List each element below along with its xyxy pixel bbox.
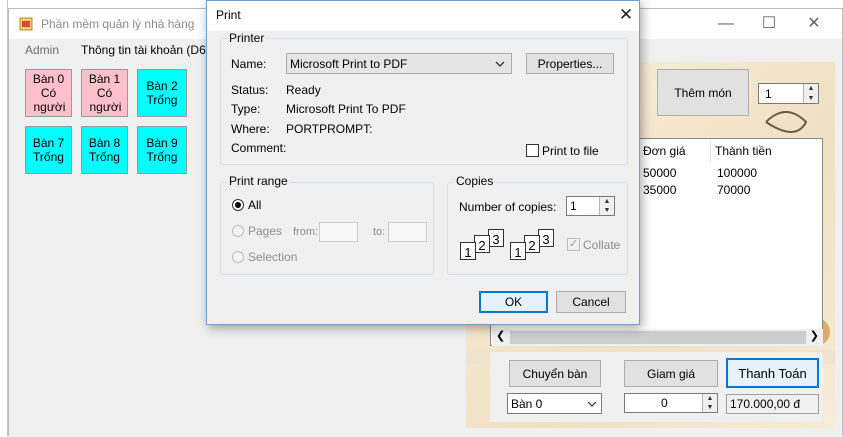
range-pages-radio[interactable]: [232, 225, 244, 237]
chevron-down-icon: [587, 401, 597, 407]
type-label: Type:: [231, 102, 261, 116]
bill-row-0-total: 100000: [717, 166, 758, 180]
bill-row-1-total: 70000: [717, 183, 751, 197]
table-name: Bàn 0: [32, 72, 65, 86]
app-icon: [19, 17, 33, 31]
food-count-value: 1: [765, 87, 772, 101]
print-to-file-label: Print to file: [542, 144, 599, 158]
from-page-input[interactable]: [319, 222, 358, 242]
table-status: Trống: [146, 93, 178, 107]
scroll-left-icon[interactable]: ❮: [496, 329, 505, 342]
chevron-down-icon: [495, 61, 505, 67]
spin-down-icon[interactable]: ▼: [599, 206, 614, 215]
collate-label: Collate: [583, 238, 621, 252]
copies-group-label: Copies: [454, 174, 496, 188]
total-price-field: 170.000,00 đ: [726, 394, 819, 414]
switch-table-button[interactable]: Chuyển bàn: [509, 360, 601, 387]
spin-down-icon[interactable]: ▼: [702, 403, 717, 412]
maximize-button[interactable]: ☐: [754, 13, 784, 35]
table-button-8[interactable]: Bàn 8 Trống: [81, 126, 128, 174]
dialog-close-button[interactable]: ✕: [613, 3, 639, 27]
discount-stepper[interactable]: 0 ▲ ▼: [624, 393, 718, 413]
print-to-file-checkbox[interactable]: [526, 144, 539, 157]
minimize-icon: —: [718, 15, 734, 32]
collated-pages-icon: 3 2 1: [510, 229, 570, 269]
table-button-0[interactable]: Bàn 0 Có người: [25, 69, 72, 117]
table-status: Trống: [146, 150, 178, 164]
table-status: Có người: [89, 86, 122, 114]
switch-table-value: Bàn 0: [511, 397, 543, 411]
table-button-1[interactable]: Bàn 1 Có người: [81, 69, 128, 117]
spin-down-icon[interactable]: ▼: [803, 93, 818, 103]
table-status: Trống: [89, 150, 120, 164]
collate-checkbox[interactable]: ✓: [567, 238, 580, 251]
bill-row-0-price: 50000: [643, 166, 677, 180]
spin-up-icon[interactable]: ▲: [803, 84, 818, 94]
name-label: Name:: [231, 57, 267, 71]
cancel-button[interactable]: Cancel: [556, 291, 626, 313]
range-all-radio[interactable]: [232, 199, 244, 211]
spin-up-icon[interactable]: ▲: [702, 394, 717, 403]
print-range-group-label: Print range: [227, 174, 290, 188]
copies-stepper[interactable]: 1 ▲ ▼: [566, 196, 615, 216]
maximize-icon: ☐: [761, 15, 777, 32]
print-dialog: Print ✕ Printer Name: Microsoft Print to…: [206, 0, 640, 325]
column-header-price[interactable]: Đơn giá: [639, 139, 711, 163]
column-header-total[interactable]: Thành tiền: [711, 139, 823, 163]
properties-button[interactable]: Properties...: [526, 53, 614, 74]
close-icon: ✕: [618, 5, 634, 24]
range-all-label: All: [248, 198, 262, 212]
to-page-input[interactable]: [388, 222, 427, 242]
close-button[interactable]: ✕: [799, 13, 829, 35]
printer-name-select[interactable]: Microsoft Print to PDF: [286, 53, 512, 74]
table-button-2[interactable]: Bàn 2 Trống: [137, 69, 187, 117]
discount-value: 0: [661, 396, 668, 410]
minimize-button[interactable]: —: [711, 13, 741, 35]
to-label: to:: [373, 226, 386, 238]
spin-up-icon[interactable]: ▲: [599, 197, 614, 206]
range-selection-label: Selection: [248, 250, 298, 264]
menu-admin[interactable]: Admin: [25, 43, 59, 57]
copies-value: 1: [570, 199, 577, 213]
status-value: Ready: [286, 83, 321, 97]
app-title: Phần mềm quản lý nhà hàng: [41, 17, 195, 31]
printer-group-label: Printer: [227, 31, 267, 45]
type-value: Microsoft Print To PDF: [286, 102, 406, 116]
where-label: Where:: [231, 122, 270, 136]
total-price-value: 170.000,00 đ: [730, 397, 801, 411]
menu-account-info[interactable]: Thông tin tài khoản (D6): [81, 43, 210, 57]
range-pages-label: Pages: [248, 224, 283, 238]
printer-name-value: Microsoft Print to PDF: [290, 57, 408, 71]
discount-button[interactable]: Giam giá: [624, 360, 718, 387]
range-selection-radio[interactable]: [232, 251, 244, 263]
table-name: Bàn 7: [32, 136, 65, 150]
scrollbar-thumb[interactable]: [510, 331, 806, 344]
from-label: from:: [293, 226, 319, 238]
dialog-titlebar: Print ✕: [207, 1, 639, 31]
add-food-button[interactable]: Thêm món: [657, 69, 749, 116]
dialog-title: Print: [216, 8, 241, 22]
table-button-7[interactable]: Bàn 7 Trống: [25, 126, 72, 174]
food-count-stepper[interactable]: 1 ▲ ▼: [758, 83, 819, 104]
number-of-copies-label: Number of copies:: [459, 200, 557, 214]
bill-row-1-price: 35000: [643, 183, 677, 197]
table-button-9[interactable]: Bàn 9 Trống: [137, 126, 187, 174]
comment-label: Comment:: [231, 141, 287, 155]
where-value: PORTPROMPT:: [286, 122, 373, 136]
close-icon: ✕: [807, 15, 821, 32]
background-window-edge: [0, 0, 8, 436]
table-status: Có người: [33, 86, 66, 114]
table-name: Bàn 8: [88, 136, 121, 150]
table-name: Bàn 9: [146, 136, 178, 150]
table-name: Bàn 1: [88, 72, 121, 86]
table-status: Trống: [33, 150, 64, 164]
status-label: Status:: [231, 83, 269, 97]
ok-button[interactable]: OK: [479, 291, 548, 313]
checkout-button[interactable]: Thanh Toán: [726, 358, 819, 388]
switch-table-select[interactable]: Bàn 0: [507, 393, 602, 414]
table-name: Bàn 2: [146, 79, 178, 93]
scroll-right-icon[interactable]: ❯: [810, 329, 819, 342]
horizontal-scrollbar[interactable]: ❮ ❯: [492, 329, 823, 346]
